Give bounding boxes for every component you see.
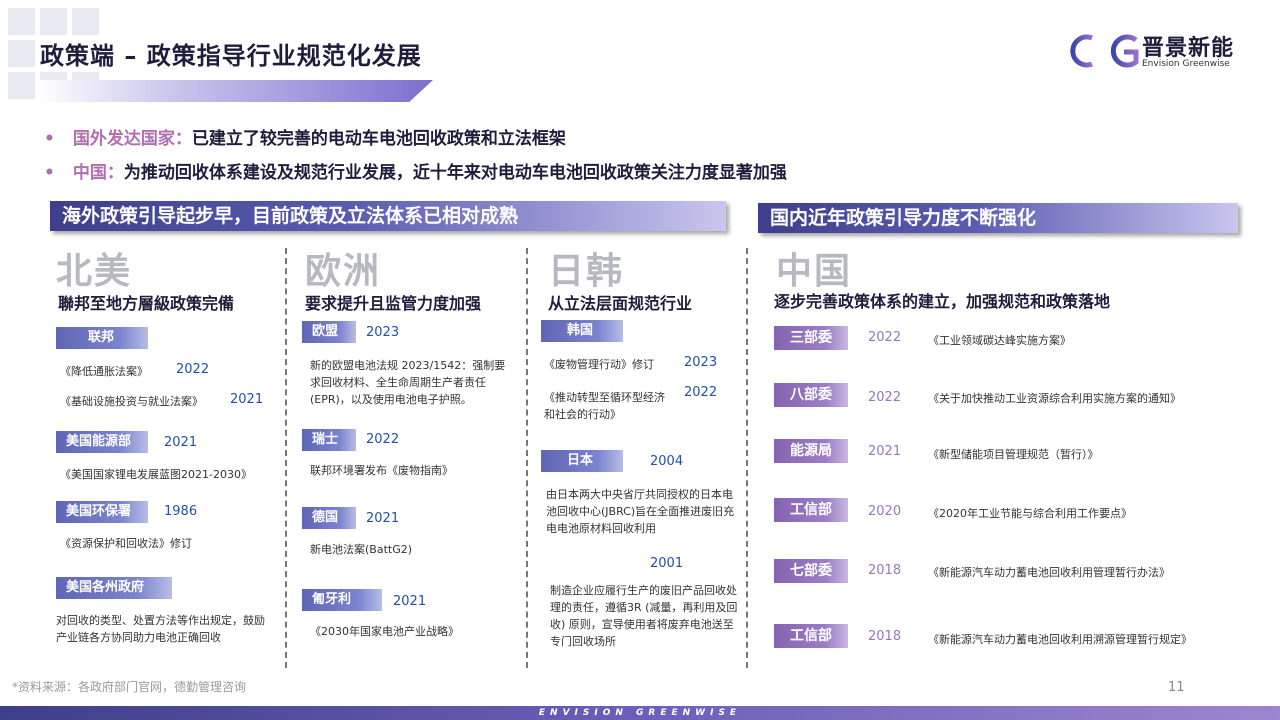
bullet-dot: • (44, 163, 55, 183)
policy-item: 《资源保护和回收法》修订 (60, 537, 192, 550)
brand-logo-icon (1068, 34, 1139, 68)
policy-paragraph: 制造企业应履行生产的废旧产品回收处理的责任，遵循3R (减量，再利用及回收) 原… (550, 584, 738, 648)
china-policy-year: 2021 (868, 444, 902, 459)
footer-brand: ENVISION GREENWISE (538, 708, 742, 718)
policy-paragraph: 由日本两大中央省厅共同授权的日本电池回收中心(JBRC)旨在全面推进废旧充电电池… (546, 488, 735, 535)
bullet-dot: • (44, 129, 55, 149)
policy-item: 《废物管理行动》修订 (544, 358, 654, 371)
policy-year: 2021 (366, 511, 400, 526)
source-note: *资料来源：各政府部门官网，德勤管理咨询 (12, 680, 247, 694)
policy-paragraph: 《推动转型至循环型经济和社会的行动》 (544, 391, 665, 421)
page-number: 11 (1168, 680, 1185, 695)
policy-item: 《美国国家锂电发展蓝图2021-2030》 (60, 468, 252, 481)
bullet-text: 已建立了较完善的电动车电池回收政策和立法框架 (191, 129, 566, 149)
china-agency-tag: 能源局 (774, 439, 848, 463)
policy-year: 2001 (650, 556, 684, 571)
region-title-europe: 欧洲 (305, 251, 382, 292)
china-policy-year: 2022 (868, 390, 902, 405)
policy-paragraph: 对回收的类型、处置方法等作出规定，鼓励产业链各方协同助力电池正确回收 (56, 614, 265, 644)
bullet-key: 国外发达国家： (72, 129, 192, 149)
china-policy-doc: 《新能源汽车动力蓄电池回收利用管理暂行办法》 (928, 566, 1170, 579)
tag-federal: 联邦 (56, 327, 148, 349)
region-subtitle: 聯邦至地方層級政策完備 (58, 294, 235, 313)
brand-subtitle: Envision Greenwise (1142, 59, 1230, 69)
policy-item: 《基础设施投资与就业法案》 (60, 395, 203, 408)
bullet-key: 中国： (72, 163, 124, 183)
bullet-china: • 中国：为推动回收体系建设及规范行业发展，近十年来对电动车电池回收政策关注力度显… (44, 158, 787, 183)
china-policy-year: 2020 (868, 504, 902, 519)
tag-doe: 美国能源部 (56, 431, 148, 453)
china-agency-tag: 七部委 (774, 559, 848, 583)
policy-item: 新电池法案(BattG2) (310, 543, 413, 556)
policy-item: 《降低通胀法案》 (60, 365, 148, 378)
china-policy-year: 2018 (868, 563, 902, 578)
decor-square (8, 8, 35, 35)
region-title-north-america: 北美 (56, 251, 133, 292)
region-subtitle: 要求提升且监管力度加强 (305, 294, 482, 313)
china-agency-tag: 三部委 (774, 326, 848, 350)
title-underline-bar (38, 80, 433, 102)
policy-item: 《2030年国家电池产业战略》 (310, 625, 459, 638)
policy-item: 联邦环境署发布《废物指南》 (310, 464, 453, 477)
policy-year: 2004 (650, 454, 684, 469)
tag-korea: 韩国 (541, 320, 623, 342)
china-policy-year: 2022 (868, 330, 902, 345)
decor-square (72, 8, 99, 35)
banner-overseas: 海外政策引导起步早，目前政策及立法体系已相对成熟 (50, 201, 726, 231)
tag-switzerland: 瑞士 (302, 429, 356, 451)
china-agency-tag: 八部委 (774, 383, 848, 407)
china-policy-year: 2018 (868, 629, 902, 644)
banner-domestic: 国内近年政策引导力度不断强化 (758, 203, 1238, 233)
tag-states: 美国各州政府 (56, 577, 172, 599)
policy-paragraph: 新的欧盟电池法规 2023/1542：强制要求回收材料、全生命周期生产者责任 (… (310, 359, 506, 406)
bullet-overseas: • 国外发达国家：已建立了较完善的电动车电池回收政策和立法框架 (44, 124, 566, 149)
tag-japan: 日本 (541, 450, 623, 472)
policy-year: 2022 (684, 385, 718, 400)
policy-year: 2022 (176, 362, 210, 377)
china-policy-doc: 《新能源汽车动力蓄电池回收利用溯源管理暂行规定》 (928, 633, 1192, 646)
region-subtitle: 从立法层面规范行业 (548, 294, 693, 313)
brand-name: 晋景新能 (1142, 36, 1235, 61)
policy-year: 1986 (164, 504, 198, 519)
region-subtitle: 逐步完善政策体系的建立，加强规范和政策落地 (774, 292, 1111, 311)
policy-year: 2022 (366, 432, 400, 447)
policy-year: 2021 (393, 594, 427, 609)
policy-year: 2021 (230, 392, 264, 407)
bullet-text: 为推动回收体系建设及规范行业发展，近十年来对电动车电池回收政策关注力度显著加强 (123, 163, 787, 183)
column-divider (285, 248, 287, 668)
china-agency-tag: 工信部 (774, 498, 848, 522)
policy-year: 2023 (366, 325, 400, 340)
china-policy-doc: 《关于加快推动工业资源综合利用实施方案的通知》 (928, 392, 1181, 405)
china-policy-doc: 《2020年工业节能与综合利用工作要点》 (928, 507, 1132, 520)
decor-square (8, 40, 35, 67)
tag-germany: 德国 (302, 507, 356, 529)
decor-square (40, 8, 67, 35)
tag-portugal: 匍牙利 (302, 589, 382, 611)
column-divider (526, 248, 528, 668)
decor-square (8, 72, 35, 99)
region-title-china: 中国 (776, 251, 853, 292)
tag-eu: 欧盟 (302, 321, 356, 343)
china-agency-tag: 工信部 (774, 624, 848, 648)
column-divider (746, 248, 748, 668)
policy-year: 2023 (684, 355, 718, 370)
policy-year: 2021 (164, 435, 198, 450)
china-policy-doc: 《工业领域碳达峰实施方案》 (928, 334, 1071, 347)
page-title: 政策端 – 政策指导行业规范化发展 (40, 42, 422, 70)
china-policy-doc: 《新型储能项目管理规范（暂行）》 (928, 448, 1099, 461)
tag-epa: 美国环保署 (56, 501, 148, 523)
region-title-japan-korea: 日韩 (548, 251, 625, 292)
